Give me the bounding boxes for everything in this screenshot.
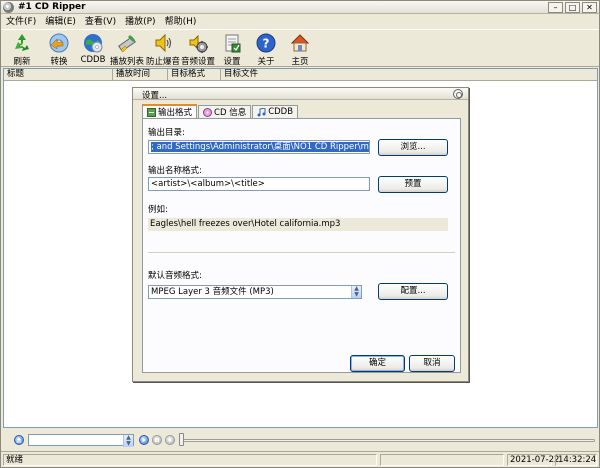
browse-button[interactable]: 浏览... — [378, 139, 448, 156]
example-label: 例如: — [148, 205, 168, 215]
menu-bar: 文件(F) 编辑(E) 查看(V) 播放(P) 帮助(H) — [1, 15, 599, 28]
menu-help[interactable]: 帮助(H) — [160, 15, 201, 28]
panel-divider — [148, 252, 455, 254]
menu-play[interactable]: 播放(P) — [120, 15, 159, 28]
menu-edit[interactable]: 编辑(E) — [40, 15, 80, 28]
playlist-icon — [118, 35, 136, 53]
column-target-file[interactable]: 目标文件 — [221, 69, 597, 81]
ok-button[interactable]: 确定 — [350, 355, 405, 372]
main-window: #1 CD Ripper – □ ✕ 文件(F) 编辑(E) 查看(V) 播放(… — [0, 0, 600, 468]
maximize-button[interactable]: □ — [565, 2, 580, 13]
combo-arrows-icon[interactable]: ▲ ▼ — [351, 286, 361, 298]
stop-button[interactable] — [165, 435, 175, 445]
play-icon — [142, 437, 146, 443]
audio-settings-icon — [189, 34, 208, 53]
menu-file[interactable]: 文件(F) — [1, 15, 40, 28]
status-spacer — [380, 454, 504, 466]
dialog-title-bar[interactable]: 设置... — [133, 88, 468, 101]
stop-icon — [168, 438, 172, 442]
tab-output-format[interactable]: 输出格式 — [142, 104, 198, 118]
menu-view[interactable]: 查看(V) — [80, 15, 120, 28]
dialog-tabs: 输出格式 CD 信息 CDDB — [142, 104, 299, 118]
title-bar[interactable]: #1 CD Ripper – □ ✕ — [1, 1, 599, 14]
name-format-field[interactable]: <artist>\<album>\<title> — [148, 177, 370, 191]
pause-button[interactable] — [152, 435, 162, 445]
home-button[interactable]: 主页 — [280, 32, 320, 67]
recycle-icon — [15, 34, 29, 51]
example-value: Eagles\hell freezes over\Hotel californi… — [148, 218, 448, 231]
svg-text:?: ? — [263, 37, 270, 51]
preset-button[interactable]: 预置 — [378, 176, 448, 193]
globe-disc-icon — [84, 34, 103, 53]
music-note-icon — [257, 107, 266, 116]
cd-app-icon — [3, 2, 14, 13]
cd-info-icon — [203, 107, 213, 117]
drive-select[interactable]: ▲ ▼ — [28, 434, 134, 447]
output-dir-label: 输出目录: — [148, 128, 185, 138]
dialog-close-button[interactable] — [453, 89, 463, 99]
window-title: #1 CD Ripper — [18, 2, 86, 12]
column-play-time[interactable]: 播放时间 — [113, 69, 168, 81]
status-date: 2021-07-22 — [507, 454, 559, 466]
pause-icon — [155, 438, 159, 442]
tab-cddb[interactable]: CDDB — [252, 105, 299, 118]
output-dir-field[interactable]: ; and Settings\Administrator\桌面\NO1 CD R… — [148, 140, 370, 154]
toolbar: 刷新 转换 CDDB 播放列表 防止爆音 音频设置 设置 ? 关于 主页 — [1, 29, 599, 67]
settings-icon — [225, 34, 241, 53]
settings-dialog: 设置... 输出格式 CD 信息 CDDB 输出目录: ; and Settin… — [132, 87, 469, 382]
audio-format-select[interactable]: MPEG Layer 3 音频文件 (MP3) ▲ ▼ — [148, 285, 362, 299]
combo-arrows-icon[interactable]: ▲ ▼ — [123, 435, 133, 447]
seek-slider-thumb[interactable] — [179, 433, 184, 446]
eject-button[interactable] — [14, 435, 24, 445]
column-target-format[interactable]: 目标格式 — [168, 69, 221, 81]
play-button[interactable] — [139, 435, 149, 445]
tab-cd-info[interactable]: CD 信息 — [198, 105, 252, 118]
output-format-panel: 输出目录: ; and Settings\Administrator\桌面\NO… — [142, 118, 461, 373]
column-title[interactable]: 标题 — [4, 69, 113, 81]
close-button[interactable]: ✕ — [582, 2, 597, 13]
output-format-icon — [147, 107, 156, 117]
convert-icon — [49, 33, 69, 53]
home-icon — [290, 34, 310, 52]
minimize-button[interactable]: – — [548, 2, 563, 13]
speaker-icon — [155, 33, 172, 53]
status-bar: 就绪 2021-07-22 14:32:24 — [1, 451, 599, 467]
audio-format-label: 默认音频格式: — [148, 271, 202, 281]
player-bar: ▲ ▼ — [1, 432, 599, 448]
status-time: 14:32:24 — [555, 454, 597, 466]
seek-slider-track[interactable] — [182, 439, 595, 442]
cancel-button[interactable]: 取消 — [409, 355, 455, 372]
dialog-title: 设置... — [142, 91, 168, 101]
help-icon: ? — [256, 33, 276, 53]
track-list-header: 标题 播放时间 目标格式 目标文件 — [4, 69, 597, 81]
configure-button[interactable]: 配置... — [378, 283, 448, 300]
eject-icon — [16, 437, 22, 443]
status-text: 就绪 — [3, 454, 377, 466]
name-format-label: 输出名称格式: — [148, 166, 202, 176]
